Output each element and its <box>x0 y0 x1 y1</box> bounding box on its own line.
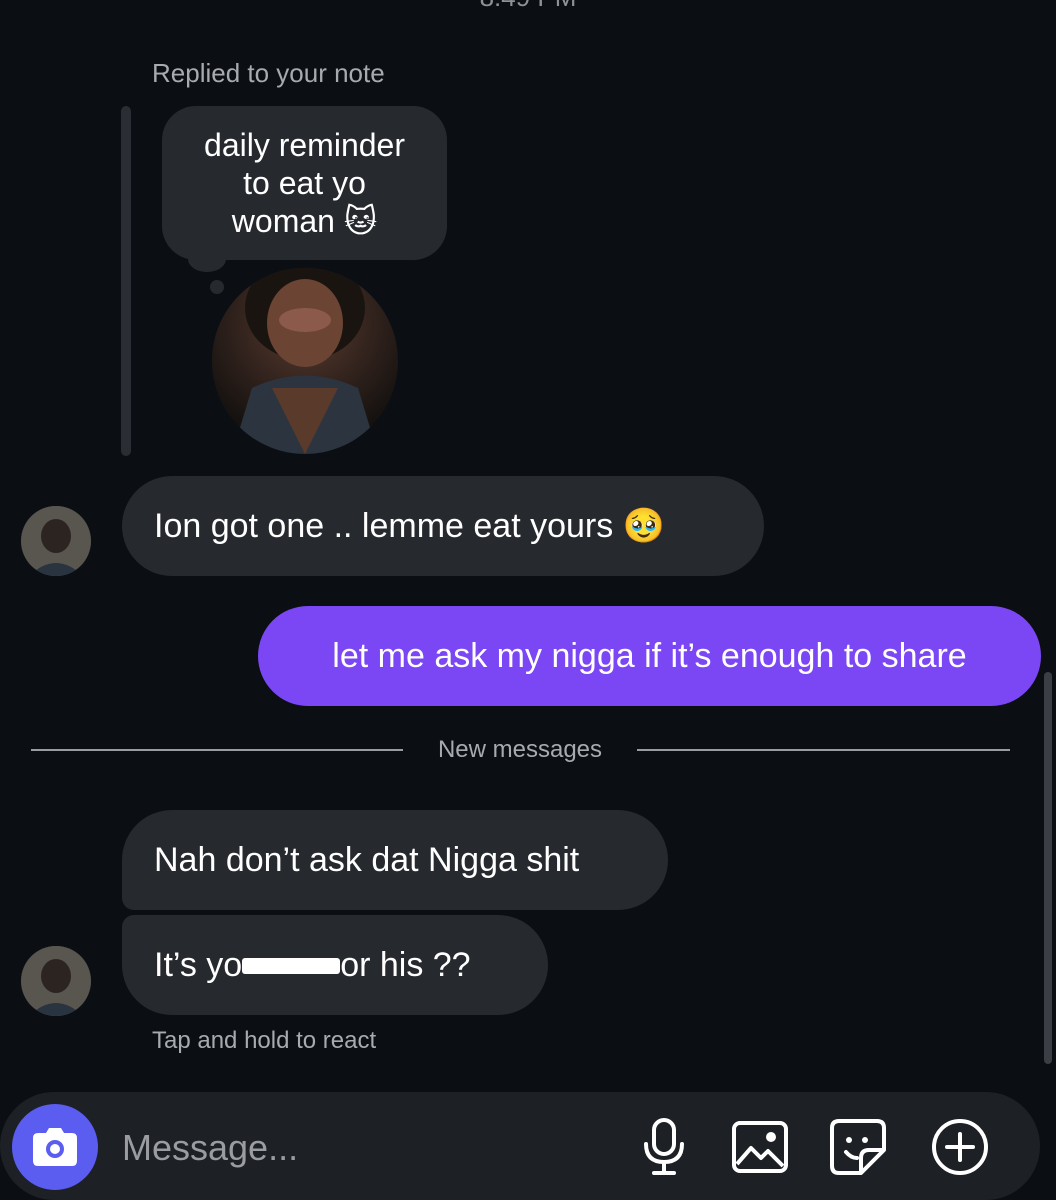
profile-photo-icon <box>21 506 91 576</box>
message-timestamp: 8:49 PM <box>0 0 1056 13</box>
more-options-button[interactable] <box>928 1115 992 1179</box>
redaction-mark <box>242 950 341 980</box>
note-thought-dot-small <box>210 280 224 294</box>
note-bubble[interactable]: daily reminder to eat yo woman 🐱 <box>162 106 447 260</box>
outgoing-message[interactable]: let me ask my nigga if it’s enough to sh… <box>258 606 1041 706</box>
divider-line-right <box>637 749 1010 751</box>
incoming-message[interactable]: It’s yo or his ?? <box>122 915 548 1015</box>
sticker-icon <box>830 1119 886 1175</box>
gallery-button[interactable] <box>728 1115 792 1179</box>
message-text: let me ask my nigga if it’s enough to sh… <box>332 636 967 675</box>
note-author-photo[interactable] <box>212 268 398 454</box>
message-text-end: or his ?? <box>340 945 471 984</box>
message-text: Ion got one .. lemme eat yours 🥹 <box>154 507 666 545</box>
divider-line-left <box>31 749 403 751</box>
gallery-icon <box>732 1121 788 1173</box>
portrait-photo-icon <box>232 268 378 454</box>
note-text: daily reminder to eat yo woman 🐱 <box>204 127 405 239</box>
sender-avatar[interactable] <box>21 506 91 576</box>
scrollbar[interactable] <box>1044 672 1052 1064</box>
message-input[interactable] <box>120 1120 604 1176</box>
sticker-button[interactable] <box>826 1115 890 1179</box>
message-text-start: It’s yo <box>154 945 243 984</box>
camera-icon <box>33 1128 77 1166</box>
message-text: Nah don’t ask dat Nigga shit <box>154 840 580 879</box>
sender-avatar[interactable] <box>21 946 91 1016</box>
note-thought-dot-large <box>188 246 226 272</box>
replied-to-note-label: Replied to your note <box>152 58 385 88</box>
new-messages-divider-label: New messages <box>437 736 603 763</box>
incoming-message[interactable]: Ion got one .. lemme eat yours 🥹 <box>122 476 764 576</box>
microphone-icon <box>644 1118 684 1175</box>
profile-photo-icon <box>21 946 91 1016</box>
reply-indicator-bar <box>121 106 131 456</box>
incoming-message[interactable]: Nah don’t ask dat Nigga shit <box>122 810 668 910</box>
plus-icon <box>932 1119 988 1175</box>
react-hint: Tap and hold to react <box>152 1027 377 1054</box>
voice-message-button[interactable] <box>632 1115 696 1179</box>
camera-button[interactable] <box>12 1104 98 1190</box>
